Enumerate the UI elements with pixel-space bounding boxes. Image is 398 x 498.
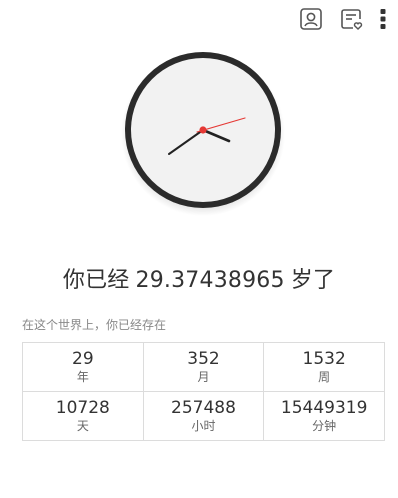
- stat-cell-weeks: 1532 周: [263, 342, 385, 392]
- stat-value: 29: [72, 349, 94, 369]
- age-suffix: 岁了: [290, 268, 336, 293]
- stat-unit: 年: [76, 370, 89, 384]
- stat-cell-minutes: 15449319 分钟: [263, 391, 385, 441]
- stats-row: 29 年 352 月 1532 周: [22, 342, 385, 392]
- toolbar: [298, 6, 388, 32]
- saved-heart-icon: [341, 9, 363, 30]
- existence-subtitle: 在这个世界上，你已经存在: [22, 318, 167, 332]
- age-headline: 你已经 29.37438965 岁了: [0, 262, 398, 294]
- profile-button[interactable]: [298, 6, 324, 32]
- stat-value: 10728: [55, 398, 110, 418]
- stat-unit: 分钟: [312, 419, 337, 433]
- age-prefix: 你已经: [62, 268, 130, 293]
- analog-clock: [121, 50, 285, 216]
- stat-unit: 小时: [191, 419, 216, 433]
- stats-row: 10728 天 257488 小时 15449319 分钟: [22, 391, 385, 441]
- profile-icon: [300, 8, 322, 30]
- stat-cell-hours: 257488 小时: [142, 391, 265, 441]
- more-vertical-icon: [380, 9, 386, 29]
- stat-unit: 周: [318, 370, 331, 384]
- stat-value: 352: [187, 349, 220, 369]
- stat-cell-months: 352 月: [142, 342, 265, 392]
- more-options-button[interactable]: [378, 6, 388, 32]
- stat-value: 1532: [302, 349, 346, 369]
- stat-value: 257488: [171, 398, 236, 418]
- stat-cell-years: 29 年: [22, 342, 144, 392]
- lifetime-stats-table: 29 年 352 月 1532 周 10728 天 257488 小时 1544…: [22, 342, 385, 441]
- age-value: 29.37438965: [135, 268, 285, 293]
- saved-list-button[interactable]: [338, 6, 364, 32]
- clock-center-cap: [199, 126, 207, 134]
- stat-unit: 月: [197, 370, 210, 384]
- stat-value: 15449319: [280, 398, 368, 418]
- stat-cell-days: 10728 天: [22, 391, 144, 441]
- stat-unit: 天: [76, 419, 89, 433]
